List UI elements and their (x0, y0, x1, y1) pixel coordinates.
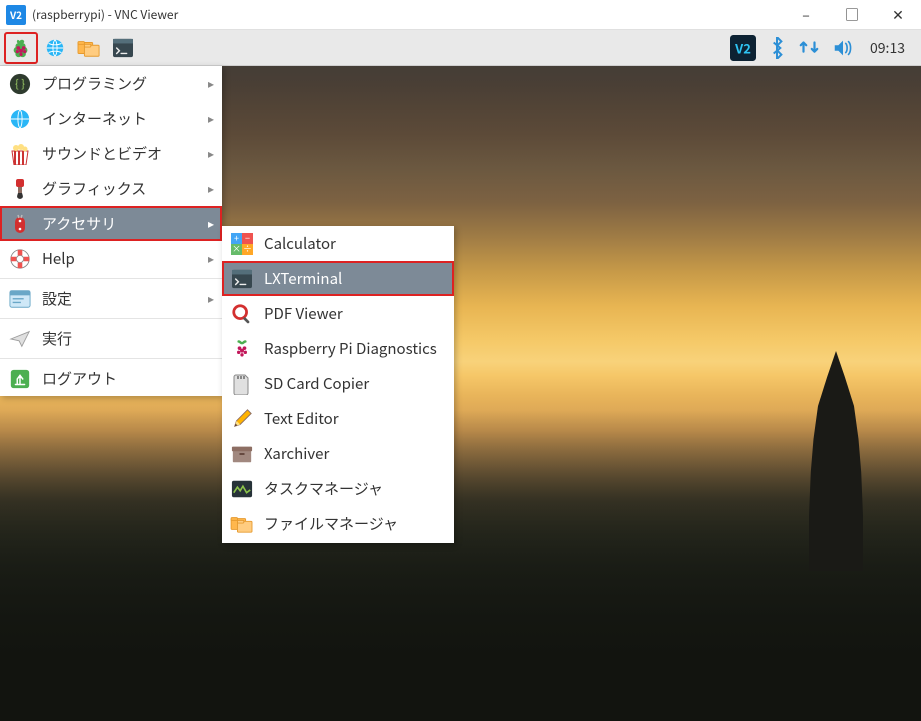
menu-item-sound-video[interactable]: サウンドとビデオ ▸ (0, 136, 222, 171)
chevron-right-icon: ▸ (208, 110, 214, 127)
vnc-app-icon: V2 (6, 5, 26, 25)
submenu-label: Text Editor (264, 408, 339, 429)
file-manager-launcher[interactable] (73, 33, 105, 63)
chevron-right-icon: ▸ (208, 75, 214, 92)
system-tray: V2 09:13 (730, 35, 917, 61)
menu-label: アクセサリ (42, 213, 208, 234)
submenu-label: Xarchiver (264, 443, 329, 464)
menu-label: 実行 (42, 328, 214, 349)
menu-item-run[interactable]: 実行 (0, 321, 222, 356)
svg-text:×: × (232, 242, 241, 255)
submenu-item-xarchiver[interactable]: Xarchiver (222, 436, 454, 471)
svg-text:V2: V2 (734, 38, 751, 57)
task-manager-icon (230, 477, 254, 501)
terminal-icon (230, 267, 254, 291)
submenu-label: PDF Viewer (264, 303, 343, 324)
swiss-knife-icon (8, 212, 32, 236)
terminal-launcher[interactable] (107, 33, 139, 63)
menu-label: 設定 (42, 288, 208, 309)
submenu-label: SD Card Copier (264, 373, 369, 394)
menu-separator (0, 278, 222, 279)
paper-plane-icon (8, 327, 32, 351)
menu-label: Help (42, 248, 208, 269)
chevron-right-icon: ▸ (208, 180, 214, 197)
submenu-item-rpi-diagnostics[interactable]: Raspberry Pi Diagnostics (222, 331, 454, 366)
remote-desktop[interactable]: V2 09:13 { } プログラミング ▸ イン (0, 30, 921, 721)
raspberry-icon (230, 337, 254, 361)
menu-separator (0, 358, 222, 359)
lxpanel: V2 09:13 (0, 30, 921, 66)
paintbrush-icon (8, 177, 32, 201)
submenu-item-task-manager[interactable]: タスクマネージャ (222, 471, 454, 506)
network-tray-icon[interactable] (798, 38, 820, 58)
code-braces-icon: { } (8, 72, 32, 96)
wallpaper-temple (791, 351, 881, 571)
calculator-icon: +−×÷ (230, 232, 254, 256)
sd-card-icon (230, 372, 254, 396)
menu-label: ログアウト (42, 368, 214, 389)
svg-text:÷: ÷ (243, 242, 252, 255)
submenu-label: タスクマネージャ (264, 478, 383, 499)
window-title: (raspberrypi) - VNC Viewer (32, 6, 783, 23)
host-titlebar: V2 (raspberrypi) - VNC Viewer – □ ✕ (0, 0, 921, 30)
terminal-icon (112, 38, 134, 58)
app-menu-launcher[interactable] (5, 33, 37, 63)
menu-label: グラフィックス (42, 178, 208, 199)
submenu-label: LXTerminal (264, 268, 342, 289)
minimize-button[interactable]: – (783, 0, 829, 30)
menu-label: サウンドとビデオ (42, 143, 208, 164)
globe-icon (44, 37, 66, 59)
menu-item-internet[interactable]: インターネット ▸ (0, 101, 222, 136)
maximize-button[interactable]: □ (829, 0, 875, 30)
folders-icon (230, 512, 254, 536)
popcorn-icon (8, 142, 32, 166)
raspberry-icon (10, 37, 32, 59)
menu-item-help[interactable]: Help ▸ (0, 241, 222, 276)
submenu-item-lxterminal[interactable]: LXTerminal (222, 261, 454, 296)
magnifier-pdf-icon (230, 302, 254, 326)
bluetooth-tray-icon[interactable] (768, 37, 786, 59)
menu-item-preferences[interactable]: 設定 ▸ (0, 281, 222, 316)
close-button[interactable]: ✕ (875, 0, 921, 30)
application-menu: { } プログラミング ▸ インターネット ▸ サウンドとビデオ ▸ グラフィッ… (0, 66, 222, 396)
chevron-right-icon: ▸ (208, 290, 214, 307)
menu-item-accessories[interactable]: アクセサリ ▸ (0, 206, 222, 241)
chevron-right-icon: ▸ (208, 145, 214, 162)
archive-box-icon (230, 442, 254, 466)
chevron-right-icon: ▸ (208, 250, 214, 267)
svg-text:{ }: { } (15, 75, 25, 91)
menu-label: プログラミング (42, 73, 208, 94)
vnc-server-tray-icon[interactable]: V2 (730, 35, 756, 61)
accessories-submenu: +−×÷ Calculator LXTerminal PDF Viewer Ra… (222, 226, 454, 543)
wallpaper-silhouette (0, 410, 921, 721)
submenu-label: Calculator (264, 233, 336, 254)
exit-icon (8, 367, 32, 391)
submenu-item-pdf-viewer[interactable]: PDF Viewer (222, 296, 454, 331)
window-controls: – □ ✕ (783, 0, 921, 30)
menu-item-programming[interactable]: { } プログラミング ▸ (0, 66, 222, 101)
submenu-item-text-editor[interactable]: Text Editor (222, 401, 454, 436)
panel-clock[interactable]: 09:13 (866, 38, 909, 58)
menu-item-logout[interactable]: ログアウト (0, 361, 222, 396)
preferences-icon (8, 287, 32, 311)
folders-icon (77, 37, 101, 59)
submenu-item-calculator[interactable]: +−×÷ Calculator (222, 226, 454, 261)
submenu-label: Raspberry Pi Diagnostics (264, 338, 437, 359)
volume-tray-icon[interactable] (832, 38, 854, 58)
submenu-label: ファイルマネージャ (264, 513, 398, 534)
web-browser-launcher[interactable] (39, 33, 71, 63)
submenu-item-sd-card-copier[interactable]: SD Card Copier (222, 366, 454, 401)
lifebuoy-icon (8, 247, 32, 271)
menu-separator (0, 318, 222, 319)
chevron-right-icon: ▸ (208, 215, 214, 232)
submenu-item-file-manager[interactable]: ファイルマネージャ (222, 506, 454, 541)
globe-icon (8, 107, 32, 131)
menu-label: インターネット (42, 108, 208, 129)
menu-item-graphics[interactable]: グラフィックス ▸ (0, 171, 222, 206)
pencil-icon (230, 407, 254, 431)
